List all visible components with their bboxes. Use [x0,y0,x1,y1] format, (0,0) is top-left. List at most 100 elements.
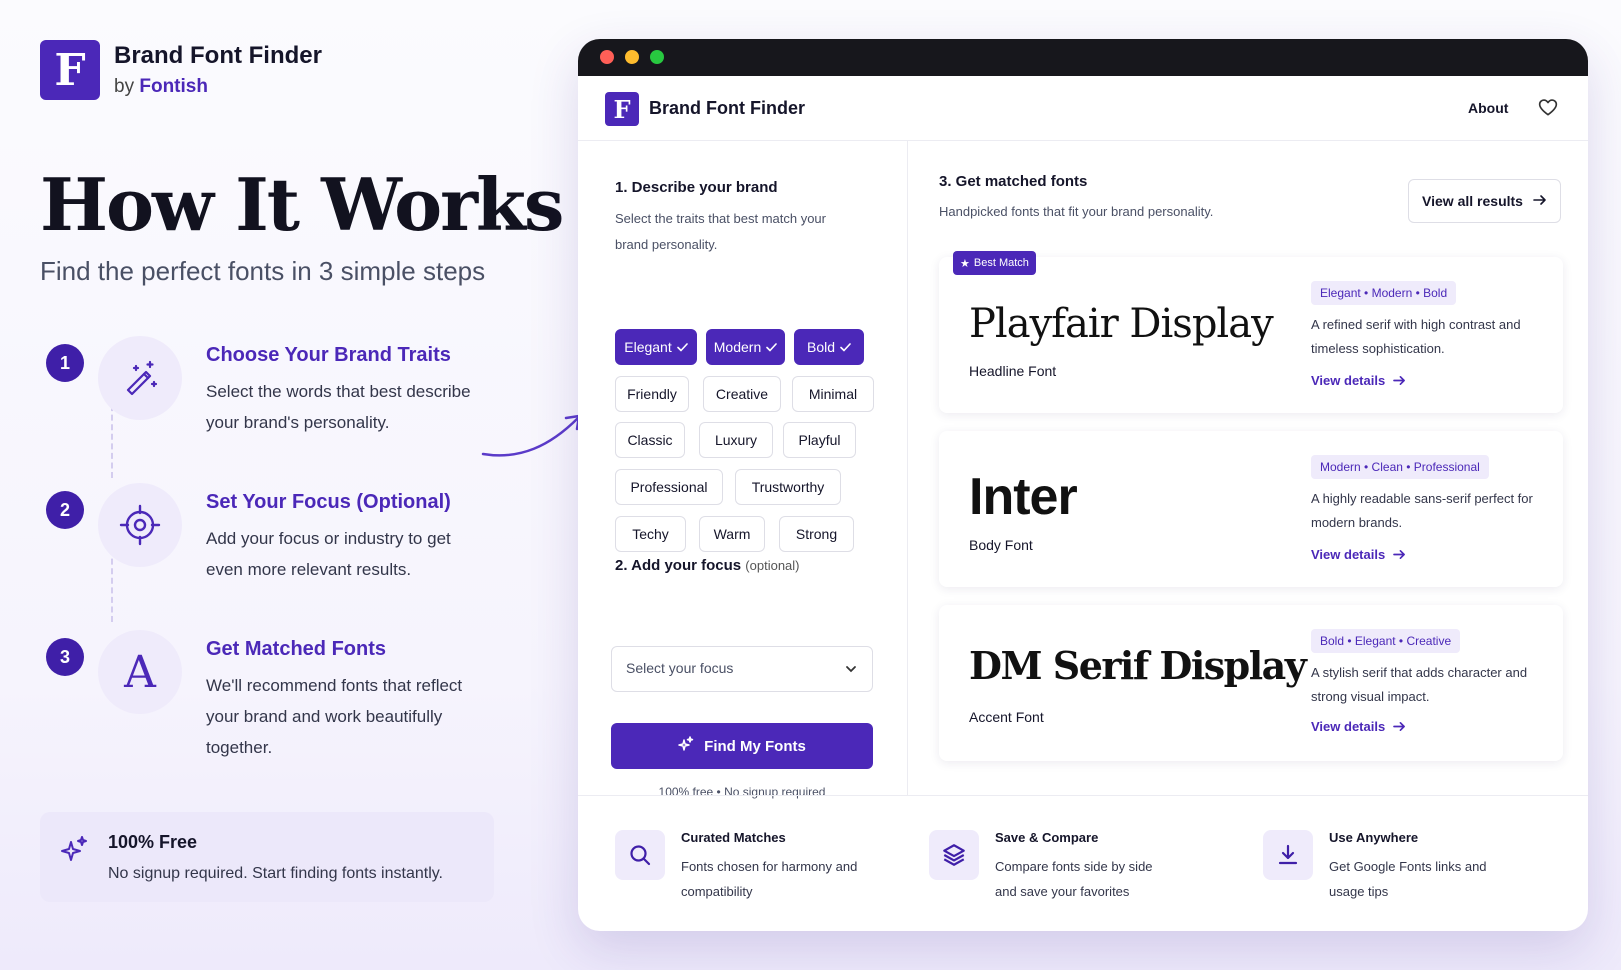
check-icon [676,339,688,355]
minimize-window-button[interactable] [625,50,639,64]
trait-chip-classic[interactable]: Classic [615,422,685,458]
step-number: 3 [46,638,84,676]
font-role: Accent Font [969,709,1044,725]
brand-byline: by Fontish [114,76,208,97]
trait-tags: Modern • Clean • Professional [1311,455,1489,479]
sparkles-icon [678,736,694,756]
maximize-window-button[interactable] [650,50,664,64]
section-subtitle: Handpicked fonts that fit your brand per… [939,204,1214,219]
font-result-card[interactable]: DM Serif Display Accent Font Bold • Eleg… [939,605,1563,761]
trait-chip-elegant[interactable]: Elegant [615,329,697,365]
search-icon [615,830,665,880]
check-icon [840,339,851,355]
view-all-results-button[interactable]: View all results [1408,179,1561,223]
app-window: F Brand Font Finder About 1. Describe yo… [578,39,1588,931]
feature-description: Fonts chosen for harmony and compatibili… [681,859,858,899]
section-title: 2. Add your focus (optional) [615,557,800,574]
arrow-right-icon [1393,722,1406,731]
trait-chip-strong[interactable]: Strong [779,516,854,552]
results-panel: 3. Get matched fonts Handpicked fonts th… [909,141,1588,795]
star-icon: ★ [960,257,970,270]
trait-chip-playful[interactable]: Playful [783,422,856,458]
step-1: 1 Choose Your Brand Traits Select the wo… [46,336,486,456]
feature-title: Use Anywhere [1329,830,1419,845]
step-description: We'll recommend fonts that reflect your … [206,676,463,757]
trait-chip-techy[interactable]: Techy [615,516,686,552]
free-subtitle: No signup required. Start finding fonts … [108,865,443,882]
font-description: A refined serif with high contrast and t… [1311,317,1521,356]
arrow-right-icon [1393,550,1406,559]
font-name: Inter [969,468,1078,526]
step-number: 2 [46,491,84,529]
arrow-right-icon [1533,193,1547,209]
page-title: How It Works [40,162,564,247]
trait-chip-modern[interactable]: Modern [706,329,785,365]
view-details-link[interactable]: View details [1311,547,1406,562]
nav-about-link[interactable]: About [1468,100,1508,116]
section-title: 1. Describe your brand [615,179,778,196]
view-details-link[interactable]: View details [1311,719,1406,734]
view-details-link[interactable]: View details [1311,373,1406,388]
chevron-down-icon [844,662,858,679]
trait-chip-friendly[interactable]: Friendly [615,376,689,412]
sparkles-icon [60,834,90,869]
target-icon [98,483,182,567]
trait-tags: Elegant • Modern • Bold [1311,281,1457,305]
curved-arrow-icon [481,414,581,457]
trait-chip-bold[interactable]: Bold [794,329,864,365]
trait-chip-creative[interactable]: Creative [703,376,781,412]
best-match-badge: ★ Best Match [953,251,1036,275]
font-result-card[interactable]: Inter Body Font Modern • Clean • Profess… [939,431,1563,587]
trait-chip-minimal[interactable]: Minimal [792,376,874,412]
brand-input-panel: 1. Describe your brand Select the traits… [578,141,908,799]
optional-label: (optional) [745,558,800,573]
feature-description: Compare fonts side by side and save your… [995,859,1153,899]
app-header: F Brand Font Finder About [578,76,1588,141]
focus-select[interactable]: Select your focus [611,646,873,692]
download-icon [1263,830,1313,880]
feature-description: Get Google Fonts links and usage tips [1329,859,1487,899]
features-footer: Curated Matches Fonts chosen for harmony… [578,795,1588,931]
step-description: Select the words that best describe your… [206,382,471,432]
brand-by-link[interactable]: Fontish [139,76,208,97]
font-result-card[interactable]: ★ Best Match Playfair Display Headline Fo… [939,251,1563,413]
brand-header: F Brand Font Finder by Fontish [40,40,322,100]
font-name: Playfair Display [969,301,1274,347]
check-icon [766,339,778,355]
step-2: 2 Set Your Focus (Optional) Add your foc… [46,483,486,603]
step-title: Set Your Focus (Optional) [206,491,451,513]
brand-name: Brand Font Finder [114,42,322,69]
trait-chip-luxury[interactable]: Luxury [699,422,773,458]
font-description: A highly readable sans-serif perfect for… [1311,491,1533,530]
section-subtitle: Select the traits that best match your b… [615,211,826,252]
find-fonts-button[interactable]: Find My Fonts [611,723,873,769]
trait-tags: Bold • Elegant • Creative [1311,629,1461,653]
arrow-right-icon [1393,376,1406,385]
app-logo[interactable]: F [605,92,639,126]
step-title: Get Matched Fonts [206,638,387,660]
free-banner: 100% Free No signup required. Start find… [40,812,494,902]
magic-wand-icon [98,336,182,420]
layers-icon [929,830,979,880]
select-placeholder: Select your focus [626,660,734,676]
page-subtitle: Find the perfect fonts in 3 simple steps [40,256,486,286]
step-title: Choose Your Brand Traits [206,344,451,366]
step-3: 3 A Get Matched Fonts We'll recommend fo… [46,630,486,757]
trait-chip-warm[interactable]: Warm [699,516,765,552]
step-description: Add your focus or industry to get even m… [206,529,451,579]
step-number: 1 [46,344,84,382]
feature-title: Save & Compare [995,830,1099,845]
font-name: DM Serif Display [969,643,1307,688]
section-title: 3. Get matched fonts [939,173,1088,190]
trait-chip-professional[interactable]: Professional [615,469,723,505]
font-role: Headline Font [969,363,1057,379]
feature-title: Curated Matches [681,830,786,845]
app-title: Brand Font Finder [649,98,805,118]
close-window-button[interactable] [600,50,614,64]
font-role: Body Font [969,537,1033,553]
free-title: 100% Free [108,832,198,852]
heart-icon[interactable] [1538,98,1558,123]
trait-chip-trustworthy[interactable]: Trustworthy [735,469,841,505]
find-fonts-label: Find My Fonts [704,737,806,755]
window-titlebar [578,39,1588,76]
